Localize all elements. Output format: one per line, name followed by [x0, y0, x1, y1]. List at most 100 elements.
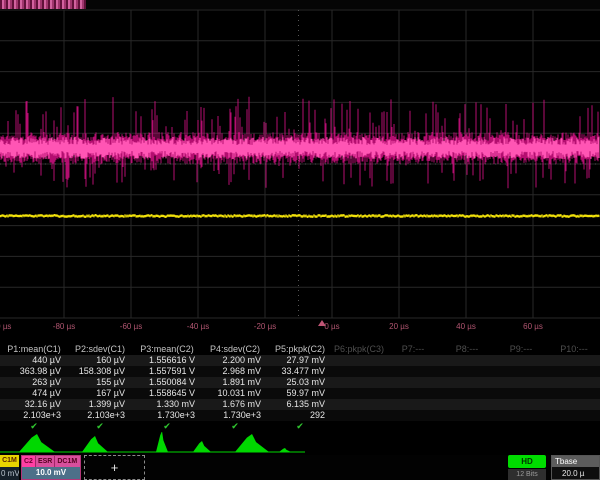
measurement-row-min: 263 µV155 µV1.550084 V1.891 mV25.03 mV	[0, 377, 600, 388]
measurement-value	[494, 355, 548, 366]
timebase-descriptor[interactable]: Tbase 20.0 µ	[551, 455, 600, 480]
channel-c1-descriptor[interactable]: C1M 0 mV	[0, 455, 19, 480]
measurement-value	[494, 410, 548, 421]
measurement-value	[548, 377, 600, 388]
active-menu-badge[interactable]	[0, 0, 86, 9]
measurement-value	[548, 355, 600, 366]
measurement-value	[440, 355, 494, 366]
add-trace-button[interactable]: +	[84, 455, 145, 480]
measurement-status-check	[494, 421, 548, 432]
measurement-value	[386, 388, 440, 399]
c1-coupling-badge: C1M	[0, 455, 19, 467]
measurement-value	[332, 399, 386, 410]
measurement-status-check: ✔	[68, 421, 132, 432]
histicon-peak	[19, 434, 55, 452]
histicon-peak	[235, 434, 269, 452]
c1-volts-per-div: 0 mV	[0, 467, 19, 480]
waveform-grid[interactable]: -100 µs -80 µs -60 µs -40 µs -20 µs 0 µs 20 µs…	[0, 9, 600, 336]
hd-mode-indicator[interactable]: HD 12 Bits	[508, 455, 546, 480]
measurement-header[interactable]: P2:sdev(C1)	[68, 344, 132, 355]
menu-bar-sliver	[0, 0, 600, 9]
measurement-row-sdev: 32.16 µV1.399 µV1.330 mV1.676 mV6.135 mV	[0, 399, 600, 410]
measurement-header[interactable]: P8:---	[440, 344, 494, 355]
measurement-value: 474 µV	[0, 388, 68, 399]
measurement-value	[494, 366, 548, 377]
measurement-value	[332, 366, 386, 377]
measurement-header[interactable]: P4:sdev(C2)	[202, 344, 268, 355]
time-axis-label: -100 µs	[0, 322, 11, 331]
measurement-status-check	[548, 421, 600, 432]
measurement-value: 2.103e+3	[68, 410, 132, 421]
measurement-value: 27.97 mV	[268, 355, 332, 366]
measurement-value: 1.730e+3	[202, 410, 268, 421]
measurement-status-check: ✔	[268, 421, 332, 432]
measurement-status-check: ✔	[132, 421, 202, 432]
waveform-plot	[0, 9, 600, 321]
histicon-peak	[156, 432, 168, 452]
measurement-value: 1.399 µV	[68, 399, 132, 410]
measurement-row-status: ✔✔✔✔✔	[0, 421, 600, 432]
measurement-value	[494, 388, 548, 399]
time-axis-label: -80 µs	[53, 322, 75, 331]
time-axis-label: -40 µs	[187, 322, 209, 331]
measurement-header[interactable]: P9:---	[494, 344, 548, 355]
histicon-peak	[82, 436, 108, 452]
measurement-header[interactable]: P7:---	[386, 344, 440, 355]
measurement-value: 33.477 mV	[268, 366, 332, 377]
measurement-value: 1.676 mV	[202, 399, 268, 410]
measurement-value: 2.200 mV	[202, 355, 268, 366]
histicon-peak	[279, 448, 291, 452]
measurement-row-max: 474 µV167 µV1.558645 V10.031 mV59.97 mV	[0, 388, 600, 399]
channel-c2-descriptor[interactable]: C2 ESR DC1M 10.0 mV	[21, 455, 81, 480]
measurement-status-check: ✔	[0, 421, 68, 432]
measurement-header[interactable]: P6:pkpk(C3)	[332, 344, 386, 355]
measurement-value: 1.558645 V	[132, 388, 202, 399]
measurement-value	[494, 399, 548, 410]
histicon-plot	[0, 432, 600, 454]
measurement-value	[386, 410, 440, 421]
measurement-histicon-strip	[0, 432, 600, 454]
measurement-row-mean: 363.98 µV158.308 µV1.557591 V2.968 mV33.…	[0, 366, 600, 377]
measurement-value: 6.135 mV	[268, 399, 332, 410]
measurement-value: 59.97 mV	[268, 388, 332, 399]
time-axis-label: -60 µs	[120, 322, 142, 331]
measurement-value: 363.98 µV	[0, 366, 68, 377]
measurement-value	[332, 410, 386, 421]
measurement-header[interactable]: P3:mean(C2)	[132, 344, 202, 355]
time-axis-label: 60 µs	[523, 322, 543, 331]
measurement-header[interactable]: P5:pkpk(C2)	[268, 344, 332, 355]
measurement-value: 2.968 mV	[202, 366, 268, 377]
time-axis-label: 20 µs	[389, 322, 409, 331]
measurement-value	[440, 399, 494, 410]
measurement-value	[386, 399, 440, 410]
measurement-header[interactable]: P1:mean(C1)	[0, 344, 68, 355]
measurement-value: 10.031 mV	[202, 388, 268, 399]
time-axis-label: 40 µs	[456, 322, 476, 331]
oscilloscope-screen: -100 µs -80 µs -60 µs -40 µs -20 µs 0 µs 20 µs…	[0, 0, 600, 480]
measurement-value: 1.730e+3	[132, 410, 202, 421]
measurement-value	[332, 355, 386, 366]
trigger-time-marker-icon[interactable]	[318, 320, 326, 326]
measurement-value	[548, 388, 600, 399]
measurement-value: 263 µV	[0, 377, 68, 388]
c1-trace	[0, 214, 599, 218]
measurement-row-value: 440 µV160 µV1.556616 V2.200 mV27.97 mV	[0, 355, 600, 366]
measurement-value	[386, 355, 440, 366]
measurement-value	[548, 399, 600, 410]
time-axis-label: 0 µs	[324, 322, 339, 331]
measurement-value: 158.308 µV	[68, 366, 132, 377]
measurement-table: P1:mean(C1)P2:sdev(C1)P3:mean(C2)P4:sdev…	[0, 341, 600, 432]
measurement-value	[332, 388, 386, 399]
measurement-value	[494, 377, 548, 388]
measurement-status-check: ✔	[202, 421, 268, 432]
time-axis-label: -20 µs	[254, 322, 276, 331]
measurement-header[interactable]: P10:---	[548, 344, 600, 355]
measurement-value	[548, 410, 600, 421]
measurement-status-check	[440, 421, 494, 432]
histicon-peak	[193, 441, 211, 452]
measurement-value	[332, 377, 386, 388]
trace-descriptor-bar: C1M 0 mV C2 ESR DC1M 10.0 mV + HD 12 Bit…	[0, 455, 600, 480]
measurement-value: 1.550084 V	[132, 377, 202, 388]
measurement-status-check	[332, 421, 386, 432]
measurement-value	[548, 366, 600, 377]
